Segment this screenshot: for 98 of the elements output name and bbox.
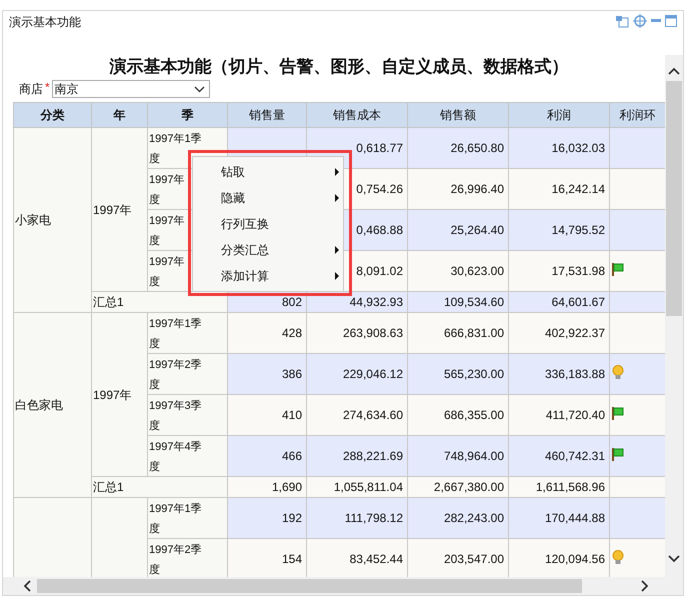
table-cell: 30,623.00 <box>450 264 504 278</box>
panel-title: 演示基本功能 <box>9 14 81 31</box>
table-cell: 170,444.88 <box>544 511 605 525</box>
column-header: 分类 <box>14 102 92 128</box>
flag-icon <box>612 407 624 420</box>
scroll-thumb[interactable] <box>37 579 582 593</box>
vertical-scrollbar[interactable] <box>665 55 683 577</box>
submenu-arrow-icon <box>335 168 339 176</box>
scroll-thumb[interactable] <box>666 81 682 316</box>
quarter-cell: 1997年3季 度 <box>149 400 202 432</box>
table-cell: 0,618.77 <box>356 141 403 155</box>
table-cell: 25,264.40 <box>450 223 504 237</box>
required-mark: * <box>45 80 50 94</box>
menu-item[interactable]: 分类汇总 <box>193 237 343 263</box>
lightbulb-icon <box>612 365 624 380</box>
column-header: 销售成本 <box>306 102 408 128</box>
year-cell: 1997年 <box>93 202 132 216</box>
column-header: 利润 <box>508 102 610 128</box>
minimize-icon[interactable] <box>651 19 661 23</box>
submenu-arrow-icon <box>335 194 339 202</box>
table-cell: 0,468.88 <box>356 223 403 237</box>
table-cell: 203,547.00 <box>444 552 504 566</box>
column-header: 利润环 <box>610 102 665 128</box>
filter-label: 商店 <box>19 80 43 98</box>
table-cell: 428 <box>282 326 302 340</box>
category-cell: 小家电 <box>15 213 51 227</box>
table-cell: 83,452.44 <box>350 552 403 566</box>
chevron-right-icon[interactable] <box>641 580 649 592</box>
flag-icon <box>612 263 624 276</box>
quarter-cell: 1997年2季 度 <box>149 544 202 576</box>
menu-item[interactable]: 隐藏 <box>193 185 343 211</box>
table-cell: 565,230.00 <box>444 367 504 381</box>
maximize-icon[interactable] <box>665 15 677 27</box>
table-cell: 410 <box>282 408 302 422</box>
chevron-left-icon[interactable] <box>23 580 31 592</box>
column-header: 销售额 <box>408 102 508 128</box>
table-cell: 466 <box>282 449 302 463</box>
table-cell: 274,634.60 <box>342 408 403 422</box>
crosshair-icon[interactable] <box>633 14 647 28</box>
table-cell: 1,055,811.04 <box>334 480 403 494</box>
quarter-cell: 1997年 度 <box>149 174 184 206</box>
quarter-cell: 1997年 度 <box>149 256 184 288</box>
table-cell: 111,798.12 <box>344 511 403 525</box>
table-cell: 192 <box>282 511 302 525</box>
table-cell: 748,964.00 <box>444 449 504 463</box>
table-cell: 26,996.40 <box>450 182 504 196</box>
table-cell: 2,667,380.00 <box>434 480 504 494</box>
table-cell: 44,932.93 <box>350 295 403 309</box>
table-cell: 8,091.02 <box>356 264 403 278</box>
subtotal-label: 汇总1 <box>93 480 124 494</box>
chevron-down-icon <box>194 86 205 92</box>
table-cell: 282,243.00 <box>444 511 504 525</box>
table-cell: 154 <box>282 552 302 566</box>
category-cell: 白色家电 <box>15 398 63 412</box>
table-cell: 1,690 <box>272 480 302 494</box>
quarter-cell: 1997年2季 度 <box>149 359 202 391</box>
table-cell: 402,922.37 <box>544 326 605 340</box>
submenu-arrow-icon <box>335 272 339 280</box>
table-cell: 802 <box>282 295 302 309</box>
chevron-up-icon[interactable] <box>668 67 680 75</box>
horizontal-scrollbar[interactable] <box>3 577 665 595</box>
column-header: 季 <box>148 102 228 128</box>
table-cell: 229,046.12 <box>342 367 403 381</box>
submenu-arrow-icon <box>335 246 339 254</box>
flag-icon <box>612 448 624 461</box>
table-cell: 26,650.80 <box>450 141 504 155</box>
table-cell: 14,795.52 <box>552 223 605 237</box>
subtotal-label: 汇总1 <box>93 295 124 309</box>
table-cell: 16,032.03 <box>552 141 605 155</box>
menu-item[interactable]: 行列互换 <box>193 211 343 237</box>
table-cell: 109,534.60 <box>444 295 504 309</box>
table-cell: 1,611,568.96 <box>536 480 605 494</box>
report-title: 演示基本功能（切片、告警、图形、自定义成员、数据格式） <box>108 56 570 78</box>
table-cell: 120,094.56 <box>544 552 605 566</box>
lightbulb-icon <box>612 550 624 565</box>
table-cell: 386 <box>282 367 302 381</box>
year-cell: 1997年 <box>93 388 132 402</box>
table-cell: 460,742.31 <box>544 449 605 463</box>
table-cell: 17,531.98 <box>552 264 605 278</box>
table-cell: 0,754.26 <box>356 182 403 196</box>
quarter-cell: 1997年1季 度 <box>149 318 202 350</box>
column-header: 销售量 <box>228 102 306 128</box>
table-cell: 64,601.67 <box>552 295 605 309</box>
quarter-cell: 1997年4季 度 <box>149 441 202 473</box>
table-cell: 336,183.88 <box>544 367 605 381</box>
table-cell: 288,221.69 <box>342 449 403 463</box>
chevron-down-icon[interactable] <box>668 555 680 563</box>
table-cell: 263,908.63 <box>342 326 403 340</box>
export-icon[interactable] <box>615 14 629 28</box>
quarter-cell: 1997年1季 度 <box>149 503 202 535</box>
table-cell: 16,242.14 <box>552 182 605 196</box>
table-cell: 666,831.00 <box>444 326 504 340</box>
store-select[interactable]: 南京 <box>52 80 210 98</box>
table-cell: 411,720.40 <box>546 408 605 422</box>
quarter-cell: 1997年 度 <box>149 215 184 247</box>
table-cell: 686,355.00 <box>444 408 504 422</box>
column-header: 年 <box>92 102 148 128</box>
menu-item[interactable]: 添加计算 <box>193 263 343 289</box>
